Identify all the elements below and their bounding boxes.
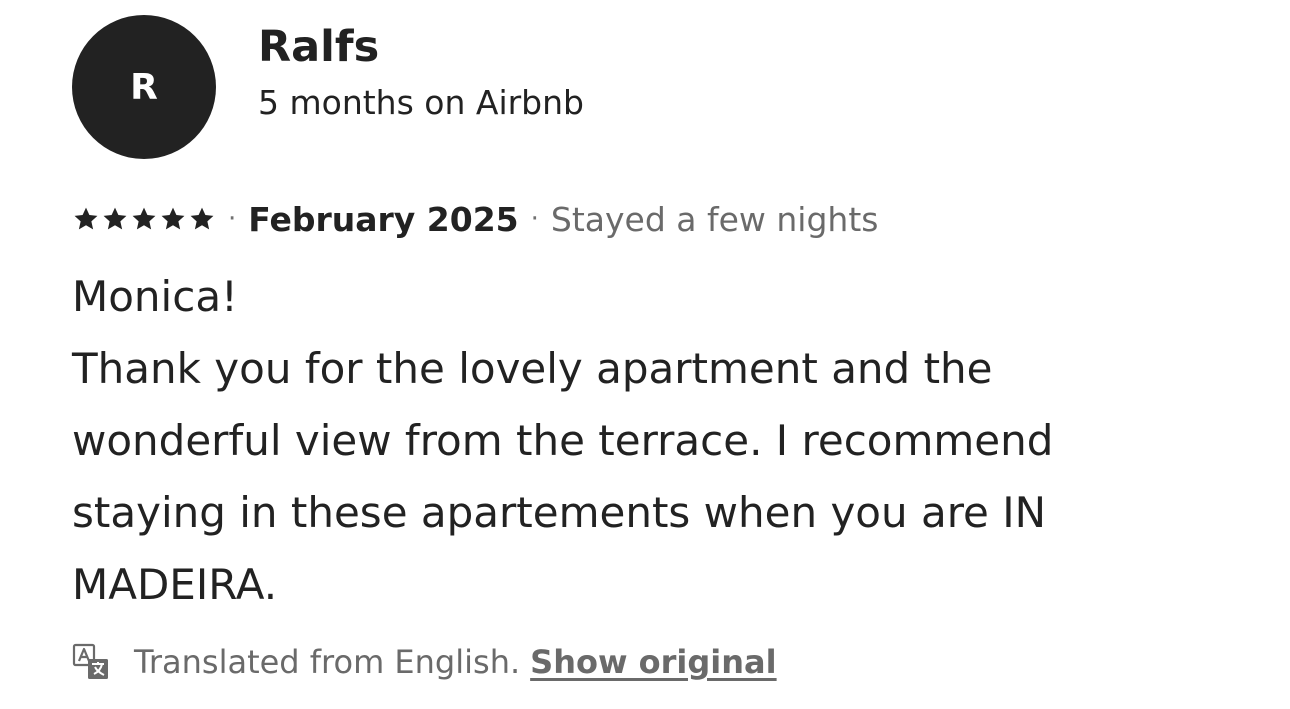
review-card: R Ralfs 5 months on Airbnb · February 20… [72, 15, 1222, 681]
show-original-link[interactable]: Show original [530, 643, 776, 681]
translation-notice: Translated from English. Show original [72, 643, 1222, 681]
separator-dot: · [228, 204, 237, 234]
star-rating [72, 205, 216, 233]
star-icon [161, 207, 185, 230]
review-body: Thank you for the lovely apartment and t… [72, 344, 1054, 609]
avatar-initial: R [130, 66, 158, 108]
star-icon [74, 207, 98, 230]
review-text: Monica! Thank you for the lovely apartme… [72, 261, 1222, 621]
star-icon [190, 207, 214, 230]
translate-icon [72, 643, 108, 679]
reviewer-name: Ralfs [258, 22, 380, 72]
translated-note: Translated from English. [134, 643, 521, 681]
stay-length: Stayed a few nights [550, 199, 879, 239]
star-icon [132, 207, 156, 230]
reviewer-header: R Ralfs 5 months on Airbnb [72, 15, 1222, 159]
separator-dot: · [530, 204, 539, 234]
reviewer-tenure: 5 months on Airbnb [258, 83, 584, 122]
avatar[interactable]: R [72, 15, 216, 159]
reviewer-info: Ralfs 5 months on Airbnb [258, 20, 584, 126]
review-date: February 2025 [248, 199, 519, 239]
star-icon [103, 207, 127, 230]
review-greeting: Monica! [72, 272, 238, 321]
review-meta: · February 2025 · Stayed a few nights [72, 195, 1222, 243]
